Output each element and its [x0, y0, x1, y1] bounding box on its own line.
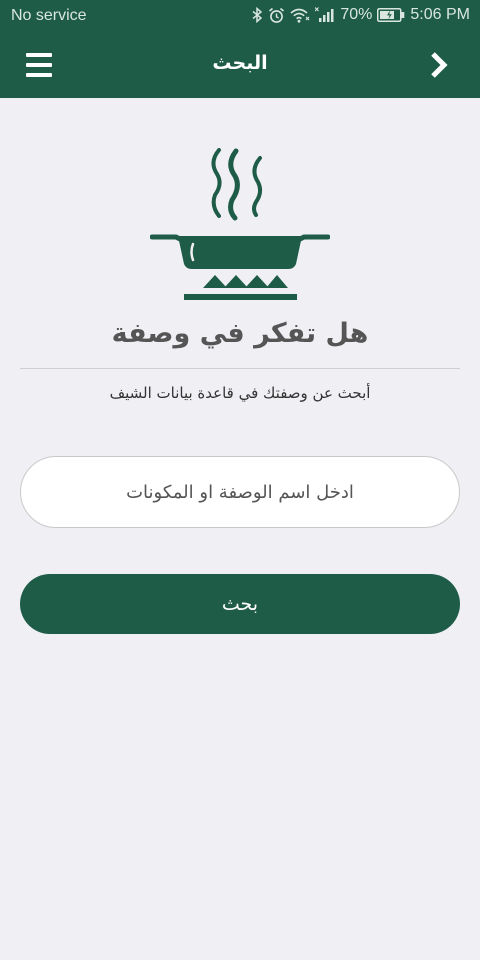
app-bar: البحث	[0, 32, 480, 98]
battery-percent: 70%	[340, 6, 373, 23]
wifi-icon	[290, 8, 310, 23]
divider	[20, 368, 460, 369]
signal-icon	[315, 7, 334, 22]
bluetooth-icon	[252, 7, 263, 23]
search-button[interactable]: بحث	[20, 574, 460, 634]
clock-time: 5:06 PM	[410, 6, 470, 23]
status-icons: 70% 5:06 PM	[252, 6, 470, 24]
search-input[interactable]	[20, 456, 460, 528]
subtitle: أبحث عن وصفتك في قاعدة بيانات الشيف	[109, 384, 371, 402]
battery-charging-icon	[377, 8, 405, 22]
steaming-pot-on-stove-icon	[150, 148, 330, 300]
hamburger-menu-icon[interactable]	[24, 50, 56, 80]
headline: هل تفكر في وصفة	[111, 318, 369, 349]
page-title: البحث	[212, 52, 268, 74]
chevron-right-icon[interactable]	[426, 49, 454, 81]
status-bar: No service 70% 5:06 PM	[0, 0, 480, 32]
alarm-icon	[269, 7, 285, 23]
carrier-label: No service	[11, 7, 87, 24]
